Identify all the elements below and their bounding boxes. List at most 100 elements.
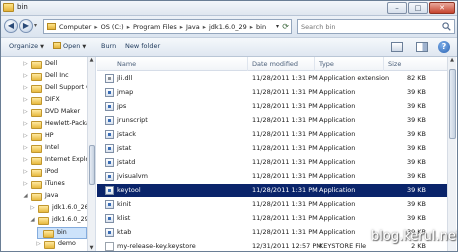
search-icon[interactable] [442, 22, 451, 31]
application-icon [105, 102, 114, 111]
file-row[interactable]: klist 11/28/2011 1:31 PM Application 39 KB [97, 212, 447, 225]
expand-icon[interactable]: ▷ [22, 109, 29, 115]
expand-icon[interactable]: ▷ [35, 241, 42, 247]
address-bar[interactable]: Computer ▸ OS (C:) ▸ Program Files ▸ Java ▸ jdk1… [43, 19, 292, 34]
breadcrumb-computer[interactable]: Computer [59, 23, 91, 31]
expand-icon[interactable]: ▷ [22, 169, 29, 175]
column-divider[interactable] [314, 57, 315, 71]
file-row[interactable]: jps 11/28/2011 1:31 PM Application 39 KB [97, 100, 447, 113]
expand-icon[interactable]: ▷ [22, 61, 29, 67]
expand-icon[interactable]: ▷ [22, 97, 29, 103]
file-row[interactable]: kinit 11/28/2011 1:31 PM Application 39 KB [97, 198, 447, 211]
file-row[interactable]: jvisualvm 11/28/2011 1:31 PM Application 39… [97, 170, 447, 183]
scroll-up-icon[interactable]: ▲ [448, 57, 456, 66]
file-type: Application [319, 102, 356, 110]
column-type[interactable]: Type [319, 60, 334, 68]
expand-icon[interactable]: ▷ [22, 145, 29, 151]
expand-icon[interactable]: ▷ [22, 73, 29, 79]
tree-item-intel[interactable]: ▷ Intel [1, 143, 87, 155]
open-button[interactable]: Open ▼ [53, 42, 86, 50]
new-folder-button[interactable]: New folder [125, 42, 160, 50]
search-box[interactable] [297, 19, 455, 34]
close-button[interactable]: ✕ [429, 2, 455, 14]
address-dropdown-icon[interactable]: ▾ [276, 23, 279, 30]
column-divider[interactable] [383, 57, 384, 71]
collapse-icon[interactable]: ◢ [29, 217, 36, 223]
chevron-down-icon: ▼ [82, 44, 87, 50]
file-date: 11/28/2011 1:31 PM [252, 74, 318, 82]
nav-scrollbar[interactable]: ▲ ▼ [87, 57, 95, 251]
refresh-icon[interactable]: ⟳ [282, 22, 289, 31]
tree-item-itunes[interactable]: ▷ iTunes [1, 179, 87, 191]
tree-item-demo[interactable]: ▷ demo [1, 239, 87, 251]
file-scrollbar[interactable]: ▲ [447, 57, 456, 251]
folder-icon [31, 109, 42, 117]
tree-item-java[interactable]: ◢ Java [1, 191, 87, 203]
folder-icon [38, 205, 49, 213]
breadcrumb-bin[interactable]: bin [256, 23, 266, 31]
minimize-button[interactable]: – [387, 2, 407, 14]
expand-icon[interactable]: ▷ [22, 133, 29, 139]
preview-pane-icon[interactable] [416, 42, 428, 52]
breadcrumb-separator-icon[interactable]: ▸ [127, 23, 130, 31]
scroll-up-icon[interactable]: ▲ [88, 57, 95, 65]
breadcrumb-separator-icon[interactable]: ▸ [250, 23, 253, 31]
tree-item-dvd-maker[interactable]: ▷ DVD Maker [1, 107, 87, 119]
burn-button[interactable]: Burn [101, 42, 116, 50]
forward-button[interactable]: ▶ [19, 19, 33, 33]
tree-item-ipod[interactable]: ▷ iPod [1, 167, 87, 179]
tree-item-jdk-26[interactable]: ▷ jdk1.6.0_26 [1, 203, 89, 215]
tree-item-bin[interactable]: bin [37, 227, 87, 239]
tree-item-dell[interactable]: ▷ Dell [1, 59, 87, 71]
tree-item-difx[interactable]: ▷ DIFX [1, 95, 87, 107]
column-divider[interactable] [247, 57, 248, 71]
expand-icon[interactable]: ▷ [22, 157, 29, 163]
collapse-icon[interactable]: ◢ [22, 193, 29, 199]
recent-pages-dropdown-icon[interactable]: ▾ [34, 22, 41, 30]
breadcrumb-separator-icon[interactable]: ▸ [203, 23, 206, 31]
application-icon [105, 200, 114, 209]
file-row[interactable]: jstatd 11/28/2011 1:31 PM Application 39 KB [97, 156, 447, 169]
file-row[interactable]: jli.dll 11/28/2011 1:31 PM Application ext… [97, 72, 447, 85]
file-row[interactable]: jmap 11/28/2011 1:31 PM Application 39 KB [97, 86, 447, 99]
tree-item-dell-inc[interactable]: ▷ Dell Inc [1, 71, 87, 83]
file-type: Application [319, 130, 356, 138]
breadcrumb-jdk[interactable]: jdk1.6.0_29 [209, 23, 247, 31]
expand-icon[interactable]: ▷ [29, 205, 36, 211]
expand-icon[interactable]: ▷ [22, 181, 29, 187]
file-row-selected[interactable]: keytool 11/28/2011 1:31 PM Application 39 K… [97, 184, 447, 197]
open-label: Open [63, 42, 81, 50]
scroll-thumb[interactable] [449, 69, 456, 139]
organize-button[interactable]: Organize ▼ [9, 42, 44, 50]
back-button[interactable]: ◀ [4, 19, 18, 33]
tree-item-dell-support[interactable]: ▷ Dell Support Ce [1, 83, 94, 95]
breadcrumb-java[interactable]: Java [186, 23, 200, 31]
breadcrumb-separator-icon[interactable]: ▸ [94, 23, 97, 31]
folder-icon [31, 181, 42, 189]
tree-item-internet-explorer[interactable]: ▷ Internet Explor [1, 155, 92, 167]
file-size: 39 KB [406, 186, 426, 194]
scroll-thumb[interactable] [89, 145, 95, 185]
file-row[interactable]: jrunscript 11/28/2011 1:31 PM Application 3… [97, 114, 447, 127]
breadcrumb-separator-icon[interactable]: ▸ [180, 23, 183, 31]
search-input[interactable] [301, 21, 431, 32]
file-row[interactable]: jstat 11/28/2011 1:31 PM Application 39 KB [97, 142, 447, 155]
tree-item-jdk-29[interactable]: ◢ jdk1.6.0_29 [1, 215, 89, 227]
expand-icon[interactable]: ▷ [22, 121, 29, 127]
help-icon[interactable]: ? [438, 41, 450, 53]
tree-item-label: iPod [45, 168, 59, 175]
file-type: Application [319, 144, 356, 152]
scroll-down-icon[interactable]: ▼ [88, 245, 95, 251]
column-name[interactable]: Name [117, 60, 136, 68]
folder-icon [47, 23, 56, 30]
breadcrumb-program-files[interactable]: Program Files [133, 23, 177, 31]
breadcrumb-os-drive[interactable]: OS (C:) [101, 23, 124, 31]
file-row[interactable]: jstack 11/28/2011 1:31 PM Application 39 KB [97, 128, 447, 141]
expand-icon[interactable]: ▷ [22, 85, 29, 91]
change-view-icon[interactable] [391, 42, 403, 52]
maximize-button[interactable]: □ [408, 2, 428, 14]
column-size[interactable]: Size [388, 60, 401, 68]
column-date[interactable]: Date modified [252, 60, 298, 68]
tree-item-hewlett-packard[interactable]: ▷ Hewlett-Packar [1, 119, 92, 131]
tree-item-hp[interactable]: ▷ HP [1, 131, 87, 143]
